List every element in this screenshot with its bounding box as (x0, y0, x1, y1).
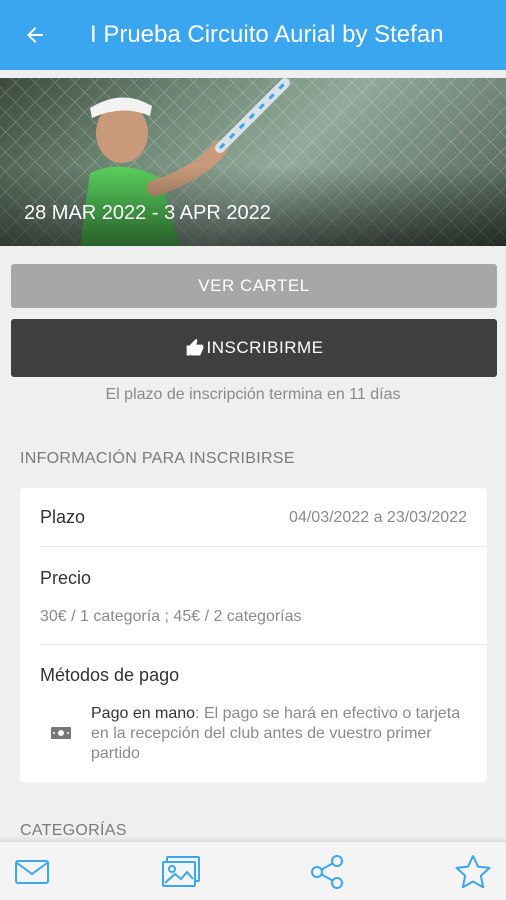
gallery-icon (162, 855, 200, 887)
star-icon (455, 854, 491, 888)
favorite-tab[interactable] (443, 842, 503, 900)
divider (40, 644, 487, 645)
ver-cartel-button[interactable]: VER CARTEL (11, 264, 497, 308)
deadline-text: El plazo de inscripción termina en 11 dí… (105, 386, 401, 403)
gallery-tab[interactable] (151, 842, 211, 900)
mail-icon (15, 859, 49, 884)
registration-info-card: Plazo 04/03/2022 a 23/03/2022 Precio 30€… (20, 488, 487, 782)
plazo-value: 04/03/2022 a 23/03/2022 (289, 509, 467, 526)
tournament-banner-image: 28 MAR 2022 - 3 APR 2022 (0, 78, 506, 246)
info-section-title: INFORMACIÓN PARA INSCRIBIRSE (20, 450, 295, 467)
payment-method-title: Pago en mano (91, 705, 196, 722)
divider (40, 546, 487, 547)
precio-label: Precio (40, 568, 92, 588)
plazo-label: Plazo (40, 507, 86, 527)
payment-method-text: Pago en mano: El pago se hará en efectiv… (91, 704, 471, 764)
metodos-pago-label: Métodos de pago (40, 665, 180, 685)
arrow-left-icon (27, 27, 43, 43)
inscribirme-label: INSCRIBIRME (206, 338, 324, 357)
bottom-navigation (0, 841, 506, 900)
page-title: I Prueba Circuito Aurial by Stefan (90, 21, 444, 48)
tournament-dates: 28 MAR 2022 - 3 APR 2022 (24, 202, 271, 224)
share-tab[interactable] (297, 842, 357, 900)
banknote-icon (51, 727, 71, 739)
inscribirme-button[interactable]: INSCRIBIRME (11, 319, 497, 377)
precio-value: 30€ / 1 categoría ; 45€ / 2 categorías (40, 608, 302, 625)
back-button[interactable] (0, 0, 70, 70)
categorias-section-title: CATEGORÍAS (20, 822, 127, 839)
app-bar: I Prueba Circuito Aurial by Stefan (0, 0, 506, 70)
thumbs-up-icon (186, 338, 203, 356)
share-icon (311, 854, 343, 889)
contact-tab[interactable] (2, 842, 62, 900)
